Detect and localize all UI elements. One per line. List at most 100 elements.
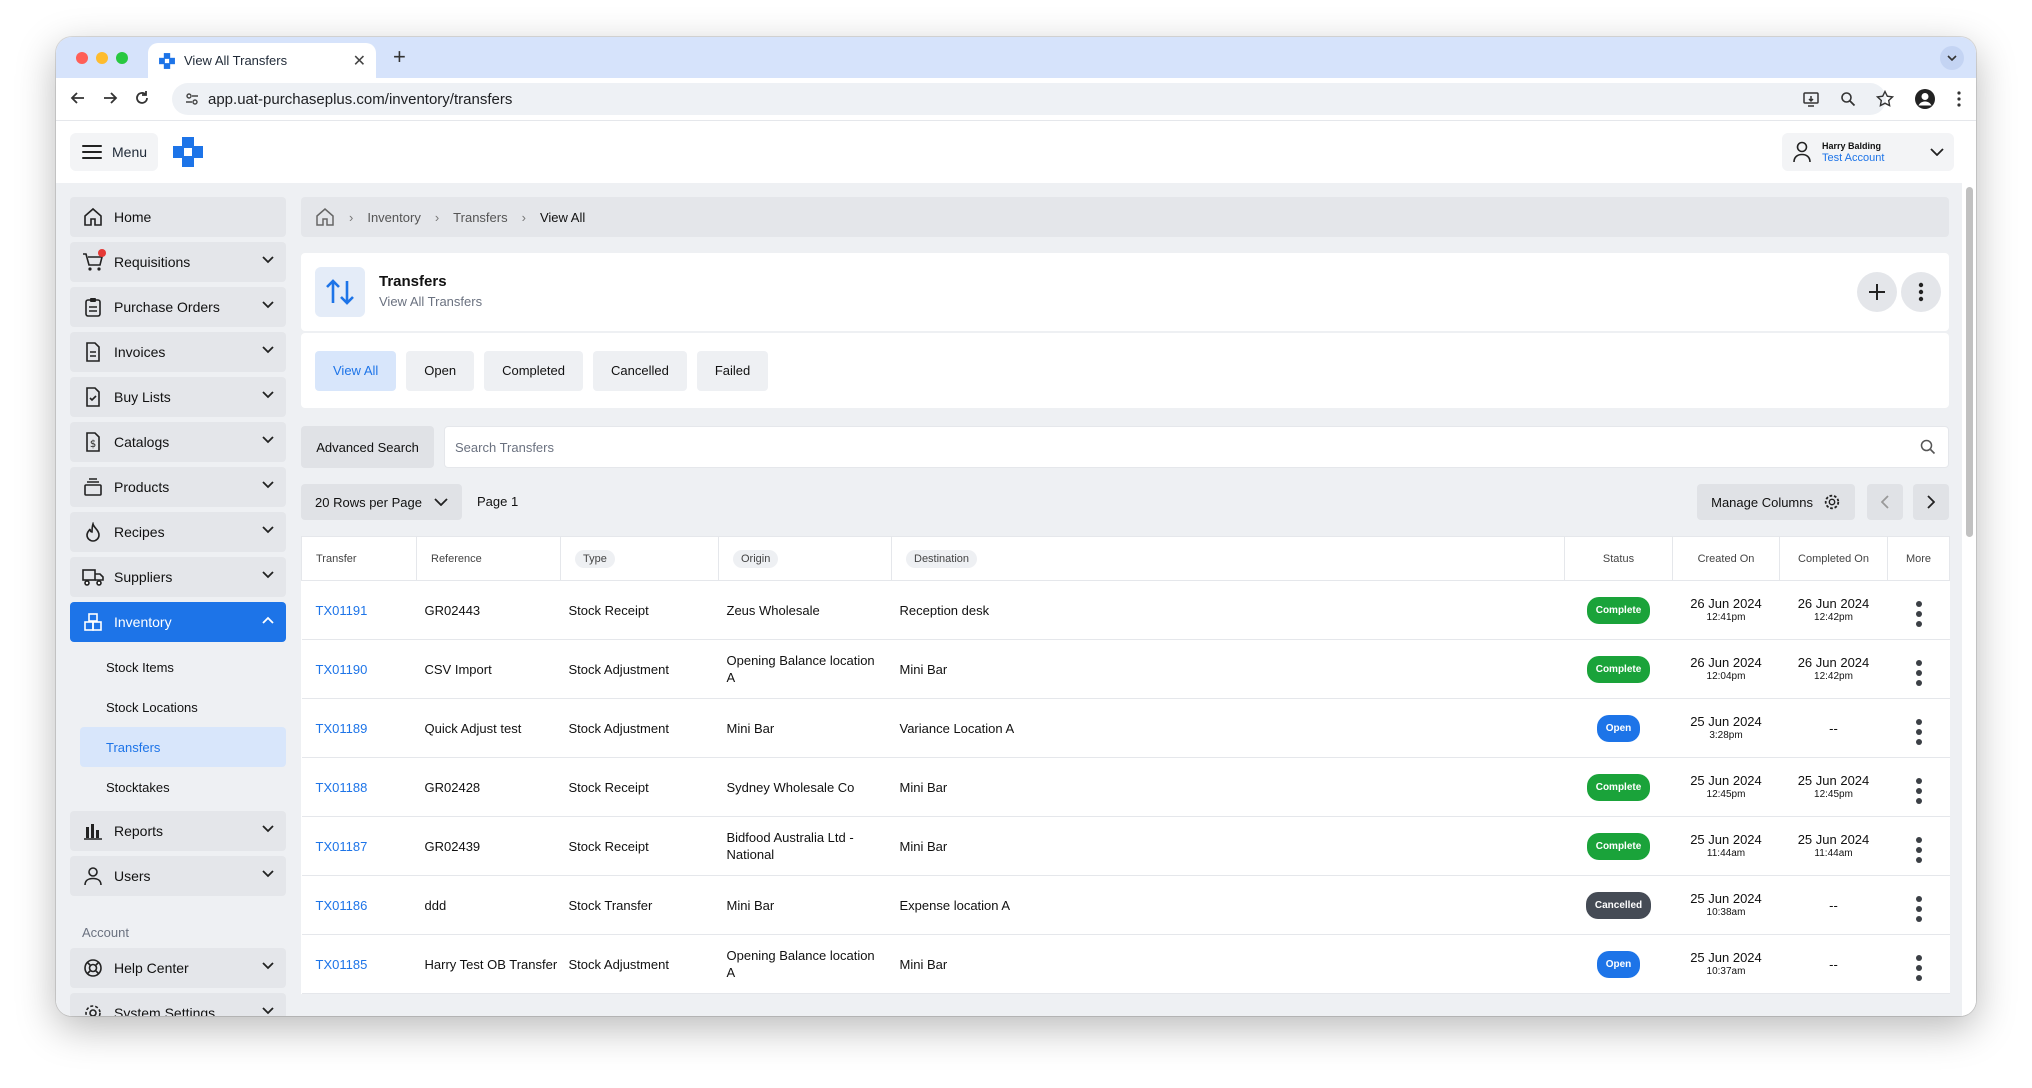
home-icon[interactable]	[315, 207, 335, 227]
scrollbar-thumb[interactable]	[1966, 187, 1973, 537]
advanced-search-button[interactable]: Advanced Search	[301, 426, 434, 468]
sidebar-sub-stock-locations[interactable]: Stock Locations	[80, 687, 286, 727]
sidebar-item-recipes[interactable]: Recipes	[70, 512, 286, 552]
transfer-link[interactable]: TX01185	[301, 934, 417, 994]
filter-completed[interactable]: Completed	[484, 350, 583, 391]
transfer-link[interactable]: TX01191	[301, 580, 417, 640]
zoom-window-button[interactable]	[116, 52, 128, 64]
purchaseplus-logo[interactable]	[171, 135, 205, 169]
manage-columns-button[interactable]: Manage Columns	[1697, 484, 1855, 520]
row-more-icon[interactable]	[1915, 659, 1922, 686]
sidebar-item-catalogs[interactable]: $ Catalogs	[70, 422, 286, 462]
column-header-origin[interactable]: Origin	[718, 536, 892, 581]
tab-search-button[interactable]	[1940, 46, 1964, 70]
sidebar-item-products[interactable]: Products	[70, 467, 286, 507]
transfer-link[interactable]: TX01188	[301, 757, 417, 817]
menu-button[interactable]: Menu	[70, 133, 158, 171]
row-more-icon[interactable]	[1915, 777, 1922, 804]
app-header: Menu Harry Balding Test Account	[56, 121, 1976, 183]
previous-page-button[interactable]	[1867, 484, 1903, 520]
back-button[interactable]	[70, 90, 86, 111]
row-more-icon[interactable]	[1915, 954, 1922, 981]
table-row[interactable]: TX01190 CSV Import Stock Adjustment Opening…	[301, 639, 1950, 699]
next-page-button[interactable]	[1913, 484, 1949, 520]
browser-window: View All Transfers ✕ + app.uat-purchasep…	[56, 37, 1976, 1016]
sidebar-item-reports[interactable]: Reports	[70, 811, 286, 851]
transfer-id[interactable]: TX01190	[316, 662, 368, 677]
address-bar[interactable]: app.uat-purchaseplus.com/inventory/trans…	[172, 83, 1886, 115]
close-window-button[interactable]	[76, 52, 88, 64]
column-header-transfer[interactable]: Transfer	[301, 536, 417, 581]
created-time: 11:44am	[1706, 848, 1746, 859]
transfer-link[interactable]: TX01190	[301, 639, 417, 699]
column-header-type[interactable]: Type	[560, 536, 719, 581]
browser-menu-icon[interactable]	[1956, 90, 1962, 108]
table-row[interactable]: TX01191 GR02443 Stock Receipt Zeus Wholesal…	[301, 580, 1950, 640]
sidebar-item-inventory[interactable]: Inventory	[70, 602, 286, 642]
breadcrumb-inventory[interactable]: Inventory	[367, 210, 420, 225]
row-more-icon[interactable]	[1915, 895, 1922, 922]
column-header-created-on[interactable]: Created On	[1672, 536, 1780, 581]
sidebar-item-home[interactable]: Home	[70, 197, 286, 237]
sidebar-item-users[interactable]: Users	[70, 856, 286, 896]
row-more-icon[interactable]	[1915, 718, 1922, 745]
page-scrollbar[interactable]	[1962, 183, 1976, 1016]
pagination-row: 20 Rows per Page Page 1 Manage Columns	[301, 484, 1949, 520]
transfer-link[interactable]: TX01189	[301, 698, 417, 758]
row-more-icon[interactable]	[1915, 600, 1922, 627]
sidebar-sub-stock-items[interactable]: Stock Items	[80, 647, 286, 687]
transfer-id[interactable]: TX01188	[316, 780, 368, 795]
bookmark-star-icon[interactable]	[1876, 90, 1894, 108]
transfer-id[interactable]: TX01187	[316, 839, 368, 854]
browser-tab[interactable]: View All Transfers ✕	[148, 43, 376, 78]
document-icon	[82, 341, 104, 363]
table-row[interactable]: TX01187 GR02439 Stock Receipt Bidfood Austr…	[301, 816, 1950, 876]
breadcrumb-transfers[interactable]: Transfers	[453, 210, 507, 225]
sidebar-item-invoices[interactable]: Invoices	[70, 332, 286, 372]
created-time: 10:38am	[1706, 907, 1746, 918]
column-header-reference[interactable]: Reference	[416, 536, 561, 581]
transfer-link[interactable]: TX01187	[301, 816, 417, 876]
sidebar-item-label: Users	[114, 868, 151, 884]
column-header-completed-on[interactable]: Completed On	[1779, 536, 1888, 581]
sidebar-sub-transfers[interactable]: Transfers	[80, 727, 286, 767]
column-header-destination[interactable]: Destination	[891, 536, 1565, 581]
reload-button[interactable]	[134, 90, 150, 111]
transfer-id[interactable]: TX01189	[316, 721, 368, 736]
search-input[interactable]: Search Transfers	[444, 426, 1949, 468]
sidebar-item-purchase-orders[interactable]: Purchase Orders	[70, 287, 286, 327]
install-app-icon[interactable]	[1802, 90, 1820, 108]
minimize-window-button[interactable]	[96, 52, 108, 64]
filter-view-all[interactable]: View All	[315, 350, 397, 391]
table-row[interactable]: TX01189 Quick Adjust test Stock Adjustment…	[301, 698, 1950, 758]
rows-per-page-select[interactable]: 20 Rows per Page	[301, 484, 462, 520]
table-row[interactable]: TX01186 ddd Stock Transfer Mini Bar Expense …	[301, 875, 1950, 935]
user-menu-button[interactable]: Harry Balding Test Account	[1782, 133, 1954, 171]
sidebar-item-suppliers[interactable]: Suppliers	[70, 557, 286, 597]
sidebar-sub-stocktakes[interactable]: Stocktakes	[80, 767, 286, 807]
column-header-status[interactable]: Status	[1564, 536, 1673, 581]
table-row[interactable]: TX01185 Harry Test OB Transfer Stock Adjus…	[301, 934, 1950, 994]
sidebar-item-system-settings[interactable]: System Settings	[70, 993, 286, 1016]
page-more-button[interactable]	[1901, 272, 1941, 312]
forward-button[interactable]	[102, 90, 118, 111]
sidebar-item-help-center[interactable]: Help Center	[70, 948, 286, 988]
close-tab-icon[interactable]: ✕	[353, 51, 366, 71]
filter-cancelled[interactable]: Cancelled	[592, 350, 687, 391]
row-more-icon[interactable]	[1915, 836, 1922, 863]
zoom-icon[interactable]	[1840, 91, 1856, 107]
account-section-heading: Account	[82, 925, 129, 940]
transfer-id[interactable]: TX01186	[316, 898, 368, 913]
transfer-id[interactable]: TX01185	[316, 957, 368, 972]
site-settings-icon[interactable]	[184, 91, 200, 111]
table-row[interactable]: TX01188 GR02428 Stock Receipt Sydney Wholes…	[301, 757, 1950, 817]
add-transfer-button[interactable]	[1857, 272, 1897, 312]
filter-failed[interactable]: Failed	[696, 350, 769, 391]
new-tab-button[interactable]: +	[393, 45, 406, 69]
sidebar-item-requisitions[interactable]: Requisitions	[70, 242, 286, 282]
filter-open[interactable]: Open	[406, 350, 475, 391]
profile-avatar-icon[interactable]	[1914, 88, 1936, 110]
transfer-id[interactable]: TX01191	[316, 603, 368, 618]
sidebar-item-buy-lists[interactable]: Buy Lists	[70, 377, 286, 417]
transfer-link[interactable]: TX01186	[301, 875, 417, 935]
